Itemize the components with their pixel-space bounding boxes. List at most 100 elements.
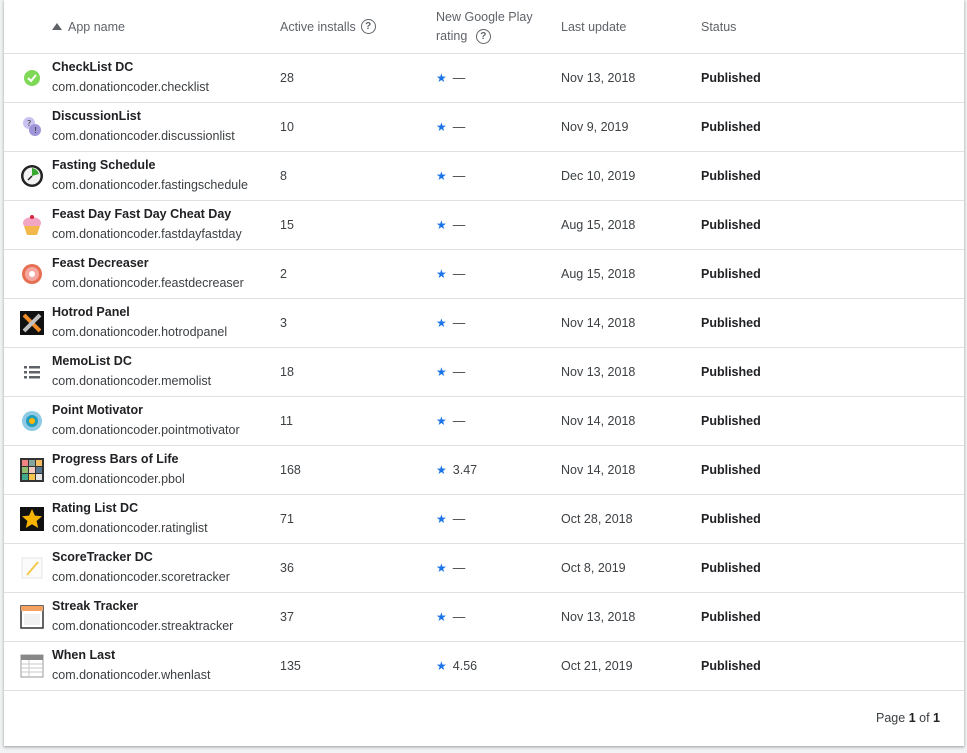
star-icon: ★ bbox=[436, 267, 447, 281]
rating-value: — bbox=[452, 414, 466, 428]
total-pages: 1 bbox=[933, 711, 940, 725]
table-body: CheckList DC com.donationcoder.checklist… bbox=[4, 54, 964, 691]
app-name: Progress Bars of Life bbox=[52, 452, 179, 466]
status-label: Published bbox=[701, 610, 761, 624]
rating-value: — bbox=[452, 316, 466, 330]
active-installs: 15 bbox=[280, 218, 294, 232]
column-header-rating[interactable]: New Google Play rating ? bbox=[436, 0, 546, 53]
svg-text:?: ? bbox=[27, 119, 31, 128]
app-name: Rating List DC bbox=[52, 501, 139, 515]
app-package: com.donationcoder.checklist bbox=[52, 80, 210, 94]
status-label: Published bbox=[701, 365, 761, 379]
star-icon: ★ bbox=[436, 316, 447, 330]
rating: ★ — bbox=[436, 593, 465, 641]
app-package: com.donationcoder.streaktracker bbox=[52, 619, 234, 633]
rating-value: — bbox=[452, 561, 466, 575]
star-icon: ★ bbox=[436, 659, 447, 673]
rating-value: — bbox=[452, 120, 466, 134]
star-icon: ★ bbox=[436, 71, 447, 85]
app-package: com.donationcoder.discussionlist bbox=[52, 129, 235, 143]
rating: ★ — bbox=[436, 54, 465, 102]
table-row[interactable]: Feast Decreaser com.donationcoder.feastd… bbox=[4, 250, 964, 299]
star-icon: ★ bbox=[436, 610, 447, 624]
current-page: 1 bbox=[908, 711, 916, 725]
star-icon: ★ bbox=[436, 365, 447, 379]
app-package: com.donationcoder.pointmotivator bbox=[52, 423, 240, 437]
help-icon[interactable]: ? bbox=[475, 28, 491, 44]
star-icon: ★ bbox=[436, 561, 447, 575]
status-label: Published bbox=[701, 512, 761, 526]
star-icon: ★ bbox=[436, 169, 447, 183]
table-row[interactable]: Rating List DC com.donationcoder.ratingl… bbox=[4, 495, 964, 544]
table-row[interactable]: ?! DiscussionList com.donationcoder.disc… bbox=[4, 103, 964, 152]
last-update: Aug 15, 2018 bbox=[561, 218, 636, 232]
status-label: Published bbox=[701, 218, 761, 232]
rating-value: — bbox=[452, 512, 466, 526]
column-header-status[interactable]: Status bbox=[701, 0, 736, 53]
last-update: Nov 14, 2018 bbox=[561, 414, 636, 428]
rating: ★ — bbox=[436, 544, 465, 592]
rating: ★ 4.56 bbox=[436, 642, 477, 690]
table-row[interactable]: Feast Day Fast Day Cheat Day com.donatio… bbox=[4, 201, 964, 250]
donut-icon bbox=[20, 262, 44, 286]
last-update: Oct 21, 2019 bbox=[561, 659, 633, 673]
app-name: ScoreTracker DC bbox=[52, 550, 153, 564]
status-label: Published bbox=[701, 120, 761, 134]
app-package: com.donationcoder.fastingschedule bbox=[52, 178, 248, 192]
rating-value: 3.47 bbox=[452, 463, 478, 477]
table-row[interactable]: Fasting Schedule com.donationcoder.fasti… bbox=[4, 152, 964, 201]
status-label: Published bbox=[701, 463, 761, 477]
app-package: com.donationcoder.hotrodpanel bbox=[52, 325, 228, 339]
app-name: DiscussionList bbox=[52, 109, 141, 123]
table-row[interactable]: MemoList DC com.donationcoder.memolist 1… bbox=[4, 348, 964, 397]
table-row[interactable]: CheckList DC com.donationcoder.checklist… bbox=[4, 54, 964, 103]
column-header-app-name[interactable]: App name bbox=[52, 0, 125, 53]
last-update: Nov 13, 2018 bbox=[561, 71, 636, 85]
star-icon: ★ bbox=[436, 512, 447, 526]
list-icon bbox=[20, 360, 44, 384]
rating: ★ — bbox=[436, 299, 465, 347]
last-update: Oct 28, 2018 bbox=[561, 512, 633, 526]
pencil-icon bbox=[20, 556, 44, 580]
app-name: CheckList DC bbox=[52, 60, 134, 74]
table-row[interactable]: Progress Bars of Life com.donationcoder.… bbox=[4, 446, 964, 495]
active-installs: 10 bbox=[280, 120, 294, 134]
target-icon bbox=[20, 409, 44, 433]
app-package: com.donationcoder.scoretracker bbox=[52, 570, 230, 584]
table-row[interactable]: Hotrod Panel com.donationcoder.hotrodpan… bbox=[4, 299, 964, 348]
app-name: Point Motivator bbox=[52, 403, 143, 417]
star-icon: ★ bbox=[436, 218, 447, 232]
status-label: Published bbox=[701, 561, 761, 575]
app-package: com.donationcoder.ratinglist bbox=[52, 521, 208, 535]
of-label: of bbox=[919, 711, 930, 725]
rating: ★ — bbox=[436, 348, 465, 396]
table-row[interactable]: Point Motivator com.donationcoder.pointm… bbox=[4, 397, 964, 446]
table-icon bbox=[20, 654, 44, 678]
help-icon[interactable]: ? bbox=[360, 19, 376, 34]
rating-value: — bbox=[452, 365, 466, 379]
discussion-icon: ?! bbox=[20, 115, 44, 139]
last-update: Nov 14, 2018 bbox=[561, 316, 636, 330]
rating: ★ — bbox=[436, 152, 465, 200]
column-label-rating-line1: New Google Play bbox=[436, 9, 533, 24]
column-label-active-installs: Active installs bbox=[280, 19, 356, 34]
last-update: Nov 14, 2018 bbox=[561, 463, 636, 477]
svg-text:!: ! bbox=[34, 126, 37, 135]
app-name: Hotrod Panel bbox=[52, 305, 130, 319]
column-header-active-installs[interactable]: Active installs ? bbox=[280, 0, 376, 53]
page-label: Page bbox=[876, 711, 906, 725]
rating: ★ 3.47 bbox=[436, 446, 477, 494]
table-row[interactable]: Streak Tracker com.donationcoder.streakt… bbox=[4, 593, 964, 642]
app-name: Fasting Schedule bbox=[52, 158, 156, 172]
table-row[interactable]: When Last com.donationcoder.whenlast 135… bbox=[4, 642, 964, 691]
rating-value: — bbox=[452, 71, 466, 85]
table-row[interactable]: ScoreTracker DC com.donationcoder.scoret… bbox=[4, 544, 964, 593]
active-installs: 36 bbox=[280, 561, 294, 575]
active-installs: 3 bbox=[280, 316, 287, 330]
rating-value: — bbox=[452, 610, 466, 624]
rating: ★ — bbox=[436, 201, 465, 249]
star-icon: ★ bbox=[436, 414, 447, 428]
column-header-last-update[interactable]: Last update bbox=[561, 0, 626, 53]
apps-table-card: App name Active installs ? New Google Pl… bbox=[4, 0, 964, 746]
app-name: MemoList DC bbox=[52, 354, 132, 368]
